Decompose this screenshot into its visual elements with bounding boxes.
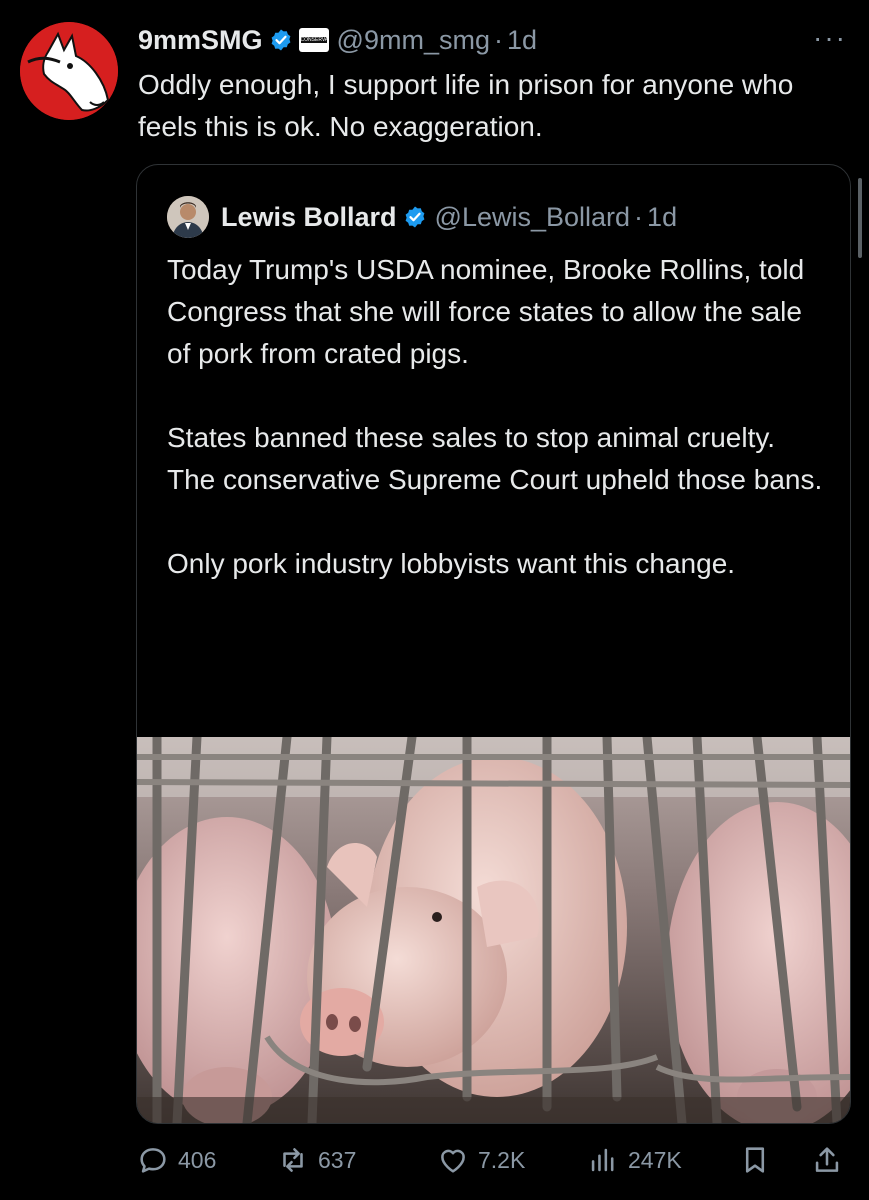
quote-paragraph: Only pork industry lobbyists want this c… xyxy=(167,548,736,579)
scrollbar[interactable] xyxy=(858,178,862,258)
share-icon xyxy=(815,1147,839,1172)
quote-text: Today Trump's USDA nominee, Brooke Rolli… xyxy=(167,249,827,627)
quote-author-name[interactable]: Lewis Bollard xyxy=(221,202,397,233)
person-avatar-icon xyxy=(167,196,209,238)
repost-count: 637 xyxy=(318,1146,357,1173)
repost-button[interactable]: 637 xyxy=(276,1140,356,1180)
quote-author-handle[interactable]: @Lewis_Bollard xyxy=(435,202,631,233)
views-count: 247K xyxy=(628,1146,682,1173)
share-button[interactable] xyxy=(810,1140,852,1180)
more-icon[interactable]: ··· xyxy=(813,22,847,54)
quoted-tweet[interactable]: Lewis Bollard @Lewis_Bollard · 1d Today … xyxy=(136,164,851,1124)
separator: · xyxy=(634,201,644,232)
reply-button[interactable]: 406 xyxy=(136,1140,216,1180)
bookmark-icon xyxy=(745,1147,765,1173)
views-icon xyxy=(591,1148,614,1172)
like-icon xyxy=(441,1149,465,1173)
repost-icon xyxy=(283,1148,303,1172)
author-handle[interactable]: @9mm_smg xyxy=(337,25,490,56)
author-name[interactable]: 9mmSMG xyxy=(138,25,263,56)
pigs-in-crates-image xyxy=(137,737,850,1123)
quote-timestamp[interactable]: 1d xyxy=(647,202,677,233)
verified-icon xyxy=(405,206,424,228)
quote-paragraph: Today Trump's USDA nominee, Brooke Rolli… xyxy=(167,254,805,369)
timestamp[interactable]: 1d xyxy=(507,25,537,56)
author-avatar[interactable] xyxy=(20,22,118,120)
quote-author-avatar[interactable] xyxy=(167,196,209,238)
quote-header: Lewis Bollard @Lewis_Bollard · 1d xyxy=(167,195,677,239)
tweet-text: Oddly enough, I support life in prison f… xyxy=(138,69,794,142)
reply-icon xyxy=(140,1148,166,1173)
reply-count: 406 xyxy=(178,1146,217,1173)
views-button[interactable]: 247K xyxy=(586,1140,682,1180)
donkey-logo-icon xyxy=(20,22,118,120)
quote-paragraph: States banned these sales to stop animal… xyxy=(167,422,823,495)
like-button[interactable]: 7.2K xyxy=(436,1140,525,1180)
bookmark-button[interactable] xyxy=(738,1140,780,1180)
verified-icon xyxy=(271,29,290,51)
action-bar: 406 637 7.2K 247K xyxy=(136,1140,848,1180)
like-count: 7.2K xyxy=(478,1146,526,1173)
affiliation-badge-icon[interactable]: CONSERVATIVE xyxy=(298,28,329,52)
separator: · xyxy=(493,24,503,55)
tweet-header: 9mmSMG CONSERVATIVE @9mm_smg · 1d xyxy=(138,22,849,58)
pig-crates-photo[interactable] xyxy=(137,737,850,1123)
